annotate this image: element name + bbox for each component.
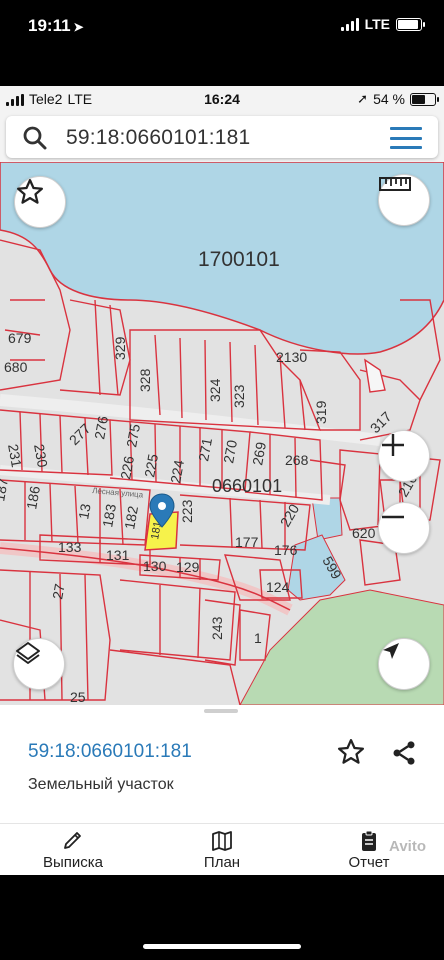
parcel-label: 176	[274, 542, 298, 558]
location-arrow-icon: ➚	[357, 91, 369, 106]
parcel-label: 25	[70, 689, 86, 705]
parcel-label: 220	[277, 501, 303, 529]
parcel-label: 231	[5, 443, 25, 469]
bottom-navigation: Выписка План Отчет Avito	[0, 823, 444, 875]
map-icon	[212, 831, 232, 851]
measure-button[interactable]	[378, 174, 430, 226]
battery-percent: 54 %	[373, 91, 405, 107]
pencil-icon	[64, 832, 81, 849]
parcel-label: 130	[143, 558, 167, 574]
parcel-label: 182	[121, 505, 141, 531]
nav-label: Отчет	[348, 854, 390, 871]
zoom-in-button[interactable]	[378, 430, 430, 482]
parcel-label: 679	[8, 330, 32, 346]
parcel-label: 243	[209, 616, 225, 640]
parcel-label: 27	[49, 582, 67, 600]
nav-extract[interactable]: Выписка	[18, 830, 128, 871]
parcel-label: 1	[254, 630, 262, 646]
parcel-label: 129	[176, 559, 200, 575]
cadastral-number: 59:18:0660101:181	[28, 741, 192, 762]
hamburger-menu-icon[interactable]	[390, 127, 422, 149]
layers-button[interactable]	[13, 638, 65, 690]
parcel-label: 2130	[276, 349, 307, 365]
nav-plan[interactable]: План	[167, 830, 277, 871]
parcel-label: 328	[137, 368, 153, 392]
star-icon[interactable]	[336, 737, 366, 767]
search-icon[interactable]	[22, 125, 48, 151]
location-arrow-icon: ➤	[73, 20, 84, 34]
star-icon	[17, 179, 43, 204]
app-status-bar: Tele2 LTE 16:24 ➚ 54 %	[0, 86, 444, 112]
map-canvas[interactable]: 1700101 0660101 Лесная улица 679 680 329…	[0, 162, 444, 705]
search-input[interactable]: 59:18:0660101:181	[6, 116, 438, 158]
parcel-label: 270	[220, 439, 240, 465]
parcel-label: 324	[207, 378, 223, 402]
parcel-label: 225	[141, 453, 161, 479]
parcel-label: 277	[66, 420, 94, 448]
parcel-label: 226	[117, 455, 137, 481]
parcel-label: 269	[249, 441, 269, 467]
phone-clock: 19:11 ➤	[28, 16, 84, 35]
parcel-label: 224	[167, 459, 187, 485]
parcel-label: 223	[179, 499, 195, 523]
home-indicator[interactable]	[143, 944, 301, 949]
cellular-signal-icon	[340, 17, 359, 31]
parcel-label: 183	[99, 503, 119, 529]
parcel-label: 131	[106, 547, 130, 563]
parcel-label: 177	[235, 534, 259, 550]
battery-icon	[396, 17, 425, 31]
search-query[interactable]: 59:18:0660101:181	[66, 126, 250, 150]
nav-label: План	[203, 854, 241, 871]
parcel-label: 329	[112, 336, 128, 360]
block-label: 1700101	[198, 248, 280, 271]
parcel-label: 187	[0, 477, 11, 503]
parcel-label: 271	[195, 437, 215, 463]
zoom-out-button[interactable]	[378, 502, 430, 554]
parcel-label: 276	[91, 415, 111, 441]
parcel-label: 186	[23, 485, 43, 511]
avito-watermark: Avito	[389, 838, 426, 855]
parcel-type-label: Земельный участок	[28, 776, 174, 793]
parcel-label: 323	[231, 384, 247, 408]
parcel-label: 268	[285, 452, 309, 468]
sheet-drag-handle[interactable]	[204, 709, 238, 713]
ruler-icon	[379, 177, 411, 191]
share-icon[interactable]	[390, 739, 418, 767]
parcel-label: 124	[266, 579, 290, 595]
zoom-in-icon	[382, 434, 404, 456]
locate-icon	[383, 643, 399, 659]
nav-label: Выписка	[42, 854, 104, 871]
parcel-info-sheet[interactable]: 59:18:0660101:181 Земельный участок	[0, 705, 444, 823]
favorite-map-button[interactable]	[14, 176, 66, 228]
phone-status-bar: 19:11 ➤ LTE	[0, 0, 444, 86]
parcel-label: 319	[313, 400, 329, 424]
parcel-label: 680	[4, 359, 28, 375]
zoom-out-icon	[382, 515, 404, 519]
phone-network-label: LTE	[364, 16, 390, 32]
layers-icon	[16, 642, 40, 664]
home-indicator-area	[0, 875, 444, 960]
clipboard-icon	[362, 830, 376, 851]
battery-icon	[410, 92, 439, 106]
parcel-label: 133	[58, 539, 82, 555]
parcel-label: 230	[31, 443, 51, 469]
cadastral-map[interactable]: 1700101 0660101 Лесная улица 679 680 329…	[0, 162, 444, 705]
block-label: 0660101	[212, 476, 282, 496]
locate-me-button[interactable]	[378, 638, 430, 690]
search-bar-area: 59:18:0660101:181	[0, 112, 444, 162]
parcel-label: 620	[352, 525, 376, 541]
parcel-label: 275	[123, 423, 143, 449]
parcel-label: 13	[75, 502, 93, 520]
